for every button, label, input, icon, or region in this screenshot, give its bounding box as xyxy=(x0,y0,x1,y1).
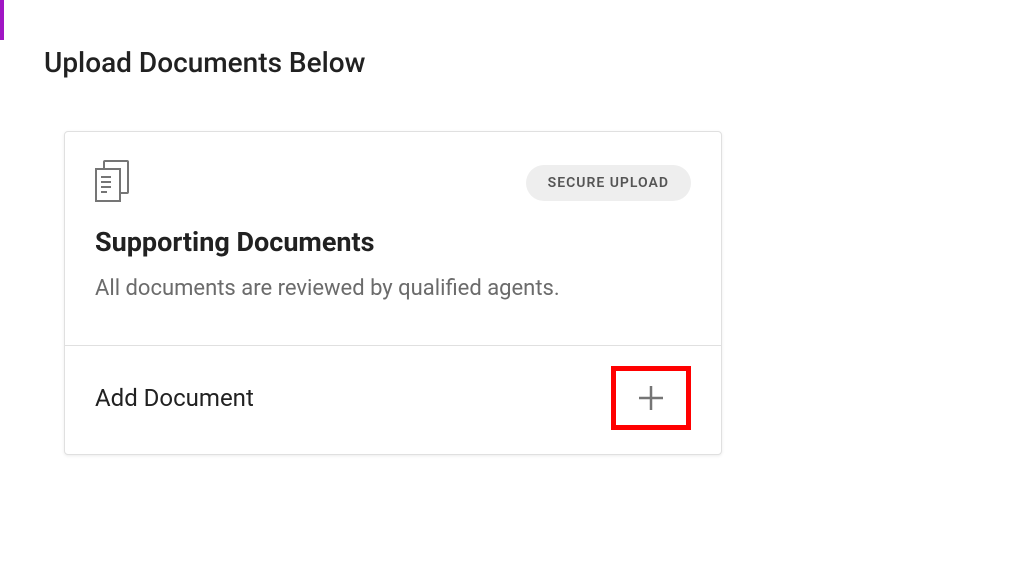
add-document-row[interactable]: Add Document xyxy=(65,345,721,454)
page-container: Upload Documents Below SECURE UPLOAD Sup… xyxy=(0,0,1022,455)
document-stack-icon xyxy=(95,160,133,206)
card-subtitle: All documents are reviewed by qualified … xyxy=(95,276,691,301)
secure-upload-badge: SECURE UPLOAD xyxy=(526,165,691,201)
card-header-row: SECURE UPLOAD xyxy=(65,132,721,206)
plus-icon xyxy=(637,384,665,412)
page-title: Upload Documents Below xyxy=(44,46,1022,79)
card-title: Supporting Documents xyxy=(95,226,691,258)
left-accent-bar xyxy=(0,0,4,40)
card-body: Supporting Documents All documents are r… xyxy=(65,206,721,345)
add-document-button[interactable] xyxy=(611,366,691,430)
upload-card: SECURE UPLOAD Supporting Documents All d… xyxy=(64,131,722,455)
add-document-label: Add Document xyxy=(95,384,254,412)
